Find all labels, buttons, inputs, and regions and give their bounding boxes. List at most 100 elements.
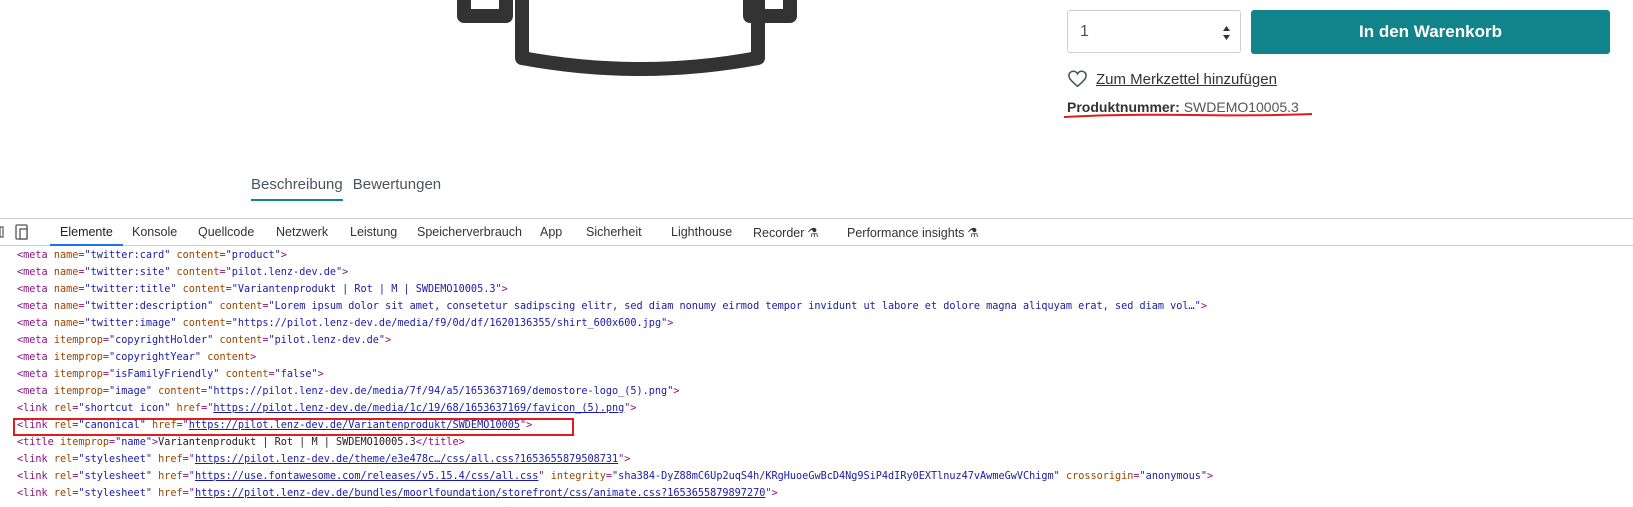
dom-token: itemprop xyxy=(53,335,103,346)
dom-token: crossorigin xyxy=(1065,471,1134,482)
dom-token: <meta xyxy=(17,386,54,397)
dom-token: rel xyxy=(53,471,73,482)
dom-token: > xyxy=(317,369,324,380)
devtools-tab-lighthouse[interactable]: Lighthouse xyxy=(671,225,732,239)
dom-token: <meta xyxy=(17,301,54,312)
dom-token: =" xyxy=(182,488,195,499)
devtools-tab-sources[interactable]: Quellcode xyxy=(198,225,254,239)
device-toolbar-icon[interactable] xyxy=(15,223,31,241)
dom-token: content xyxy=(225,369,269,380)
dom-token: content xyxy=(176,250,220,261)
dom-token: content xyxy=(182,284,226,295)
dom-token: <link xyxy=(17,488,54,499)
dom-token: itemprop xyxy=(53,352,103,363)
dom-token: itemprop xyxy=(53,386,103,397)
dom-token: "> xyxy=(765,488,778,499)
recorder-label: Recorder xyxy=(753,226,805,240)
devtools-tab-performance[interactable]: Leistung xyxy=(350,225,397,239)
devtools-toolbar: Elemente Konsole Quellcode Netzwerk Leis… xyxy=(0,218,1633,246)
dom-token: name xyxy=(53,267,79,278)
tab-description[interactable]: Beschreibung xyxy=(251,176,343,201)
dom-token: </title> xyxy=(415,437,465,448)
dom-token: <meta xyxy=(17,369,54,380)
dom-token: > xyxy=(250,352,257,363)
dom-node-line[interactable]: <link rel="stylesheet" href="https://pil… xyxy=(17,451,1213,468)
dom-link-url[interactable]: https://pilot.lenz-dev.de/media/1c/19/68… xyxy=(213,403,624,414)
dom-link-url[interactable]: https://pilot.lenz-dev.de/bundles/moorlf… xyxy=(195,488,765,499)
dom-node-line[interactable]: <meta name="twitter:description" content… xyxy=(17,298,1213,315)
quantity-select[interactable]: 1 xyxy=(1067,10,1241,53)
dom-token: "stylesheet" xyxy=(78,488,152,499)
dom-node-line[interactable]: <meta itemprop="copyrightHolder" content… xyxy=(17,332,1213,349)
dom-token: > xyxy=(667,318,674,329)
devtools-tab-performance-insights[interactable]: Performance insights ⚗ xyxy=(847,225,979,240)
dom-token: =" xyxy=(182,471,195,482)
product-image xyxy=(457,0,797,76)
devtools-tab-network[interactable]: Netzwerk xyxy=(276,225,328,239)
tab-reviews[interactable]: Bewertungen xyxy=(353,176,441,201)
dom-token: <meta xyxy=(17,352,54,363)
dom-token: "> xyxy=(624,403,637,414)
dom-token: "twitter:card" xyxy=(84,250,171,261)
heart-icon xyxy=(1068,70,1087,88)
dom-token: "copyrightHolder" xyxy=(109,335,214,346)
dom-link-url[interactable]: https://pilot.lenz-dev.de/theme/e3e478c…… xyxy=(195,454,618,465)
dom-node-line[interactable]: <meta itemprop="isFamilyFriendly" conten… xyxy=(17,366,1213,383)
product-tabs: Beschreibung Bewertungen xyxy=(251,176,441,201)
devtools-tab-security[interactable]: Sicherheit xyxy=(586,225,642,239)
dom-token: =" xyxy=(182,454,195,465)
dom-token: "pilot.lenz-dev.de" xyxy=(268,335,386,346)
dom-token: "false" xyxy=(274,369,318,380)
dom-token: "copyrightYear" xyxy=(109,352,202,363)
dom-token: content xyxy=(182,318,226,329)
devtools-tab-elements[interactable]: Elemente xyxy=(50,225,123,246)
dom-token: href xyxy=(158,488,183,499)
inspect-icon[interactable] xyxy=(0,223,6,241)
dom-token: content xyxy=(176,267,220,278)
elements-tree: <meta name="twitter:card" content="produ… xyxy=(17,247,1213,502)
dom-token: "> xyxy=(618,454,631,465)
dom-token: "twitter:title" xyxy=(84,284,177,295)
dom-node-line[interactable]: <link rel="shortcut icon" href="https://… xyxy=(17,400,1213,417)
dom-token: <meta xyxy=(17,318,54,329)
dom-token: " xyxy=(538,471,551,482)
dom-node-line[interactable]: <meta itemprop="image" content="https://… xyxy=(17,383,1213,400)
dom-link-url[interactable]: https://use.fontawesome.com/releases/v5.… xyxy=(195,471,538,482)
dom-token: =" xyxy=(201,403,214,414)
dom-token: <link xyxy=(17,471,54,482)
flask-icon: ⚗ xyxy=(967,226,979,240)
dom-token: > xyxy=(501,284,508,295)
dom-node-line[interactable]: <meta name="twitter:image" content="http… xyxy=(17,315,1213,332)
wishlist-link[interactable]: Zum Merkzettel hinzufügen xyxy=(1067,70,1277,88)
dom-token: <meta xyxy=(17,267,54,278)
add-to-cart-button[interactable]: In den Warenkorb xyxy=(1251,10,1610,54)
dom-token: "twitter:description" xyxy=(84,301,214,312)
dom-node-line[interactable]: <meta name="twitter:card" content="produ… xyxy=(17,247,1213,264)
dom-token: href xyxy=(176,403,202,414)
flask-icon: ⚗ xyxy=(807,226,819,240)
wishlist-label[interactable]: Zum Merkzettel hinzufügen xyxy=(1096,71,1277,88)
dom-token: > xyxy=(342,267,349,278)
dom-token: "name" xyxy=(115,437,152,448)
dom-token: "Lorem ipsum dolor sit amet, consetetur … xyxy=(268,301,1201,312)
devtools-tab-recorder[interactable]: Recorder ⚗ xyxy=(753,225,819,240)
devtools-tab-application[interactable]: App xyxy=(540,225,562,239)
dom-node-line[interactable]: <meta itemprop="copyrightYear" content> xyxy=(17,349,1213,366)
dom-token: "anonymous" xyxy=(1139,471,1208,482)
devtools-tab-memory[interactable]: Speicherverbrauch xyxy=(417,225,522,239)
dom-node-line[interactable]: <meta name="twitter:site" content="pilot… xyxy=(17,264,1213,281)
annotation-underline xyxy=(1063,113,1313,118)
dom-node-line[interactable]: <title itemprop="name">Variantenprodukt … xyxy=(17,434,1213,451)
dom-token: "product" xyxy=(225,250,281,261)
select-arrows-icon xyxy=(1223,26,1230,40)
dom-token: <title xyxy=(17,437,60,448)
dom-token: > xyxy=(280,250,287,261)
dom-token: <meta xyxy=(17,250,54,261)
dom-node-line[interactable]: <link rel="stylesheet" href="https://use… xyxy=(17,468,1213,485)
dom-token: rel xyxy=(53,488,73,499)
dom-node-line[interactable]: <meta name="twitter:title" content="Vari… xyxy=(17,281,1213,298)
dom-node-line[interactable]: <link rel="stylesheet" href="https://pil… xyxy=(17,485,1213,502)
dom-token: "shortcut icon" xyxy=(78,403,171,414)
dom-token: content xyxy=(219,301,263,312)
devtools-tab-console[interactable]: Konsole xyxy=(132,225,177,239)
